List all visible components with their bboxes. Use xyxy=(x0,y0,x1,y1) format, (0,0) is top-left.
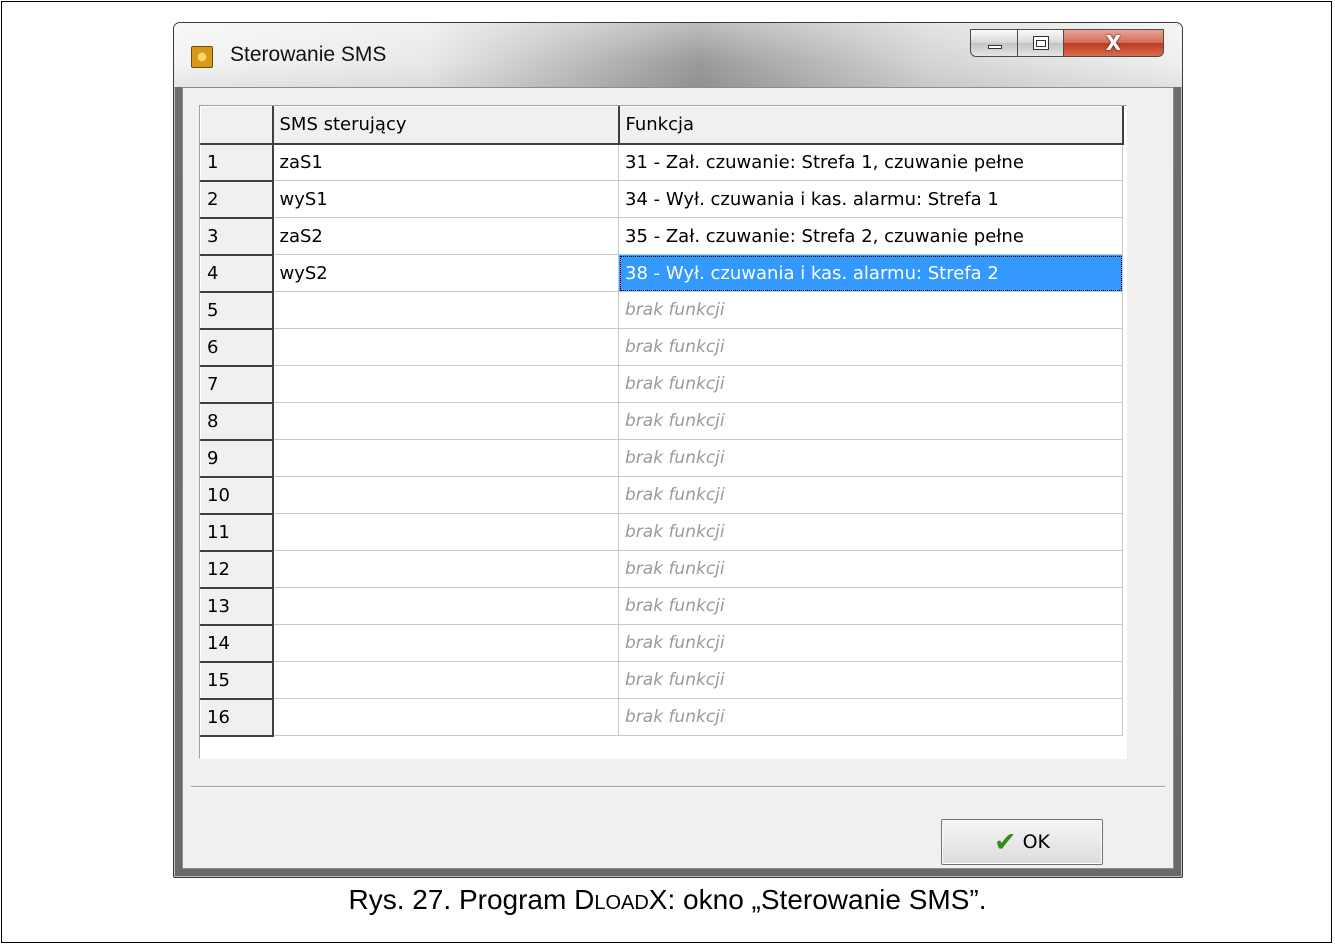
sms-table: SMS sterujący Funkcja 1 zaS1 31 - Zał. czu… xyxy=(200,106,1124,737)
close-icon: X xyxy=(1105,31,1122,55)
close-button[interactable]: X xyxy=(1064,29,1164,57)
sms-command-cell[interactable] xyxy=(272,476,619,514)
maximize-icon xyxy=(1033,36,1049,50)
table-row[interactable]: 16 brak funkcji xyxy=(200,698,1123,737)
function-cell[interactable]: brak funkcji xyxy=(618,587,1123,625)
table-row[interactable]: 4 wyS2 38 - Wył. czuwania i kas. alarmu: S… xyxy=(200,254,1123,293)
row-number[interactable]: 13 xyxy=(200,587,274,626)
sms-command-cell[interactable] xyxy=(272,365,619,403)
sms-grid[interactable]: SMS sterujący Funkcja 1 zaS1 31 - Zał. czu… xyxy=(199,105,1127,759)
ok-label: OK xyxy=(1022,831,1051,853)
row-number[interactable]: 12 xyxy=(200,550,274,589)
table-row[interactable]: 12 brak funkcji xyxy=(200,550,1123,589)
table-body: 1 zaS1 31 - Zał. czuwanie: Strefa 1, czuwa… xyxy=(200,143,1123,737)
header-sms[interactable]: SMS sterujący xyxy=(272,106,620,145)
function-cell[interactable]: brak funkcji xyxy=(618,291,1123,329)
function-cell[interactable]: brak funkcji xyxy=(618,624,1123,662)
sms-command-cell[interactable]: wyS1 xyxy=(272,180,619,218)
sms-command-cell[interactable] xyxy=(272,661,619,699)
title-bar[interactable]: Sterowanie SMS X xyxy=(174,23,1182,87)
row-number[interactable]: 8 xyxy=(200,402,274,441)
table-row[interactable]: 15 brak funkcji xyxy=(200,661,1123,700)
table-row[interactable]: 8 brak funkcji xyxy=(200,402,1123,441)
minimize-icon xyxy=(988,45,1002,49)
row-number[interactable]: 11 xyxy=(200,513,274,552)
sms-command-cell[interactable] xyxy=(272,550,619,588)
table-row[interactable]: 7 brak funkcji xyxy=(200,365,1123,404)
sms-command-cell[interactable] xyxy=(272,587,619,625)
table-row[interactable]: 13 brak funkcji xyxy=(200,587,1123,626)
dialog-window: Sterowanie SMS X SMS sterujący Funkcja 1… xyxy=(173,22,1183,878)
function-cell[interactable]: brak funkcji xyxy=(618,365,1123,403)
divider xyxy=(191,786,1165,788)
row-number[interactable]: 4 xyxy=(200,254,274,293)
table-row[interactable]: 11 brak funkcji xyxy=(200,513,1123,552)
function-cell[interactable]: brak funkcji xyxy=(618,328,1123,366)
table-row[interactable]: 5 brak funkcji xyxy=(200,291,1123,330)
table-row[interactable]: 6 brak funkcji xyxy=(200,328,1123,367)
function-cell[interactable]: 31 - Zał. czuwanie: Strefa 1, czuwanie p… xyxy=(618,143,1123,181)
maximize-button[interactable] xyxy=(1018,29,1064,57)
sms-command-cell[interactable] xyxy=(272,402,619,440)
function-cell[interactable]: 34 - Wył. czuwania i kas. alarmu: Strefa… xyxy=(618,180,1123,218)
row-number[interactable]: 9 xyxy=(200,439,274,478)
dialog-client-area: SMS sterujący Funkcja 1 zaS1 31 - Zał. czu… xyxy=(182,87,1174,869)
sms-command-cell[interactable] xyxy=(272,439,619,477)
table-row[interactable]: 9 brak funkcji xyxy=(200,439,1123,478)
ok-button[interactable]: ✔ OK xyxy=(941,819,1103,865)
sms-command-cell[interactable] xyxy=(272,291,619,329)
function-cell[interactable]: 38 - Wył. czuwania i kas. alarmu: Strefa… xyxy=(618,254,1123,292)
table-row[interactable]: 3 zaS2 35 - Zał. czuwanie: Strefa 2, czuwa… xyxy=(200,217,1123,256)
table-row[interactable]: 10 brak funkcji xyxy=(200,476,1123,515)
function-cell[interactable]: brak funkcji xyxy=(618,439,1123,477)
caption-prefix: Rys. 27. Program xyxy=(348,884,575,915)
table-row[interactable]: 1 zaS1 31 - Zał. czuwanie: Strefa 1, czuwa… xyxy=(200,143,1123,182)
function-cell[interactable]: brak funkcji xyxy=(618,698,1123,736)
sms-command-cell[interactable] xyxy=(272,624,619,662)
row-number[interactable]: 6 xyxy=(200,328,274,367)
table-header-row: SMS sterujący Funkcja xyxy=(200,106,1124,145)
sms-command-cell[interactable]: wyS2 xyxy=(272,254,619,292)
row-number[interactable]: 10 xyxy=(200,476,274,515)
window-title: Sterowanie SMS xyxy=(230,43,387,66)
function-cell[interactable]: brak funkcji xyxy=(618,513,1123,551)
app-icon xyxy=(191,46,213,68)
function-cell[interactable]: 35 - Zał. czuwanie: Strefa 2, czuwanie p… xyxy=(618,217,1123,255)
minimize-button[interactable] xyxy=(970,29,1018,57)
row-number[interactable]: 5 xyxy=(200,291,274,330)
checkmark-icon: ✔ xyxy=(993,826,1017,858)
row-number[interactable]: 1 xyxy=(200,143,274,182)
sms-command-cell[interactable] xyxy=(272,698,619,736)
sms-command-cell[interactable]: zaS2 xyxy=(272,217,619,255)
row-number[interactable]: 14 xyxy=(200,624,274,663)
row-number[interactable]: 7 xyxy=(200,365,274,404)
row-number[interactable]: 16 xyxy=(200,698,274,737)
sms-command-cell[interactable]: zaS1 xyxy=(272,143,619,181)
sms-command-cell[interactable] xyxy=(272,513,619,551)
function-cell[interactable]: brak funkcji xyxy=(618,550,1123,588)
caption-suffix: : okno „Sterowanie SMS”. xyxy=(667,884,987,915)
header-function[interactable]: Funkcja xyxy=(618,106,1124,145)
function-cell[interactable]: brak funkcji xyxy=(618,402,1123,440)
caption-program-name: DloadX xyxy=(574,884,668,915)
function-cell[interactable]: brak funkcji xyxy=(618,661,1123,699)
figure-caption: Rys. 27. Program DloadX: okno „Sterowani… xyxy=(0,884,1335,916)
row-number[interactable]: 3 xyxy=(200,217,274,256)
table-row[interactable]: 14 brak funkcji xyxy=(200,624,1123,663)
header-corner xyxy=(200,106,274,145)
row-number[interactable]: 2 xyxy=(200,180,274,219)
row-number[interactable]: 15 xyxy=(200,661,274,700)
sms-command-cell[interactable] xyxy=(272,328,619,366)
table-row[interactable]: 2 wyS1 34 - Wył. czuwania i kas. alarmu: S… xyxy=(200,180,1123,219)
function-cell[interactable]: brak funkcji xyxy=(618,476,1123,514)
